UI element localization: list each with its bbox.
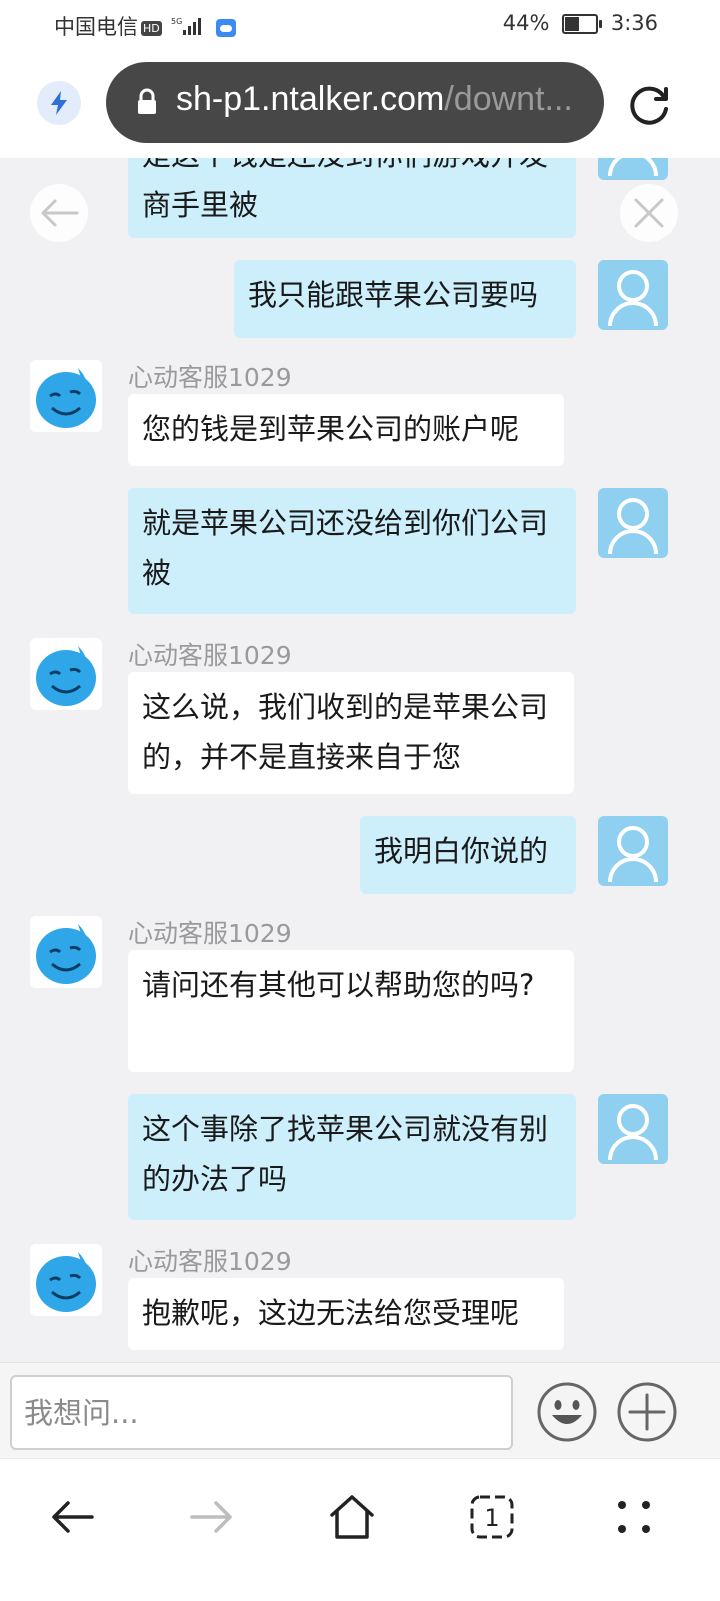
agent-name: 心动客服1029 [128,1247,292,1276]
user-message-bubble: 就是苹果公司还没给到你们公司被 [128,488,576,614]
message-text: 我明白你说的 [374,834,549,868]
signal-icon: 5G [171,16,205,41]
user-avatar [598,260,668,330]
message-text: 您的钱是到苹果公司的账户呢 [142,412,520,446]
url-host: sh-p1.ntalker.com [176,80,445,118]
user-avatar [598,158,668,180]
status-right: 44% 3:36 [503,11,658,35]
chat-area[interactable]: 是这个钱是还没到你们游戏开发商手里被 我只能跟苹果公司要吗 心动客服1029 您… [0,158,720,1362]
url-path: /downt... [444,80,573,118]
tabs-count: 1 [484,1504,499,1532]
user-message-bubble: 是这个钱是还没到你们游戏开发商手里被 [128,158,576,238]
message-text: 这么说，我们收到的是苹果公司的，并不是直接来自于您 [142,690,549,774]
agent-message-bubble: 抱歉呢，这边无法给您受理呢 [128,1278,564,1350]
network-label: 5G [171,17,182,26]
carrier-info: 中国电信 HD 5G [54,11,237,41]
message-input-bar [0,1362,720,1459]
message-text: 我只能跟苹果公司要吗 [248,278,539,312]
message-text: 抱歉呢，这边无法给您受理呢 [142,1296,520,1330]
agent-message-bubble: 您的钱是到苹果公司的账户呢 [128,394,564,466]
agent-name: 心动客服1029 [128,641,292,670]
plus-icon[interactable] [616,1381,678,1443]
more-icon[interactable] [608,1491,660,1543]
browser-toolbar: sh-p1.ntalker.com/downt... [0,50,720,158]
message-text: 是这个钱是还没到你们游戏开发商手里被 [142,158,548,222]
agent-name: 心动客服1029 [128,363,292,392]
lightning-icon[interactable] [37,81,81,125]
agent-avatar [30,916,102,988]
user-message-bubble: 这个事除了找苹果公司就没有别的办法了吗 [128,1094,576,1220]
user-avatar [598,816,668,886]
agent-message-bubble: 这么说，我们收到的是苹果公司的，并不是直接来自于您 [128,672,574,794]
lock-icon [136,88,158,120]
back-arrow-icon[interactable] [30,184,88,242]
browser-bottom-nav: 1 [0,1458,720,1601]
agent-message-bubble: 请问还有其他可以帮助您的吗? [128,950,574,1072]
nav-back-icon[interactable] [46,1491,98,1543]
battery-fill [565,17,580,31]
user-message-bubble: 我明白你说的 [360,816,576,894]
agent-avatar [30,360,102,432]
address-bar[interactable]: sh-p1.ntalker.com/downt... [106,62,604,143]
status-bar: 中国电信 HD 5G 44% 3:36 [0,0,720,50]
agent-name: 心动客服1029 [128,919,292,948]
home-icon[interactable] [326,1491,378,1543]
user-message-bubble: 我只能跟苹果公司要吗 [234,260,576,338]
message-input[interactable] [10,1375,513,1450]
user-avatar [598,488,668,558]
hd-badge: HD [141,20,162,36]
close-icon[interactable] [620,184,678,242]
battery-icon [562,14,603,34]
message-text: 这个事除了找苹果公司就没有别的办法了吗 [142,1112,549,1196]
battery-percent: 44% [502,11,550,35]
user-avatar [598,1094,668,1164]
nav-forward-icon[interactable] [186,1491,238,1543]
url-text: sh-p1.ntalker.com/downt... [176,80,591,119]
tabs-icon[interactable]: 1 [466,1491,518,1543]
message-text: 请问还有其他可以帮助您的吗? [142,968,535,1002]
clock: 3:36 [610,11,658,35]
carrier-name: 中国电信 [54,15,138,39]
emoji-icon[interactable] [536,1381,598,1443]
agent-avatar [30,1244,102,1316]
agent-avatar [30,638,102,710]
message-text: 就是苹果公司还没给到你们公司被 [142,506,549,590]
refresh-icon[interactable] [628,83,672,127]
cloud-icon [216,19,237,37]
